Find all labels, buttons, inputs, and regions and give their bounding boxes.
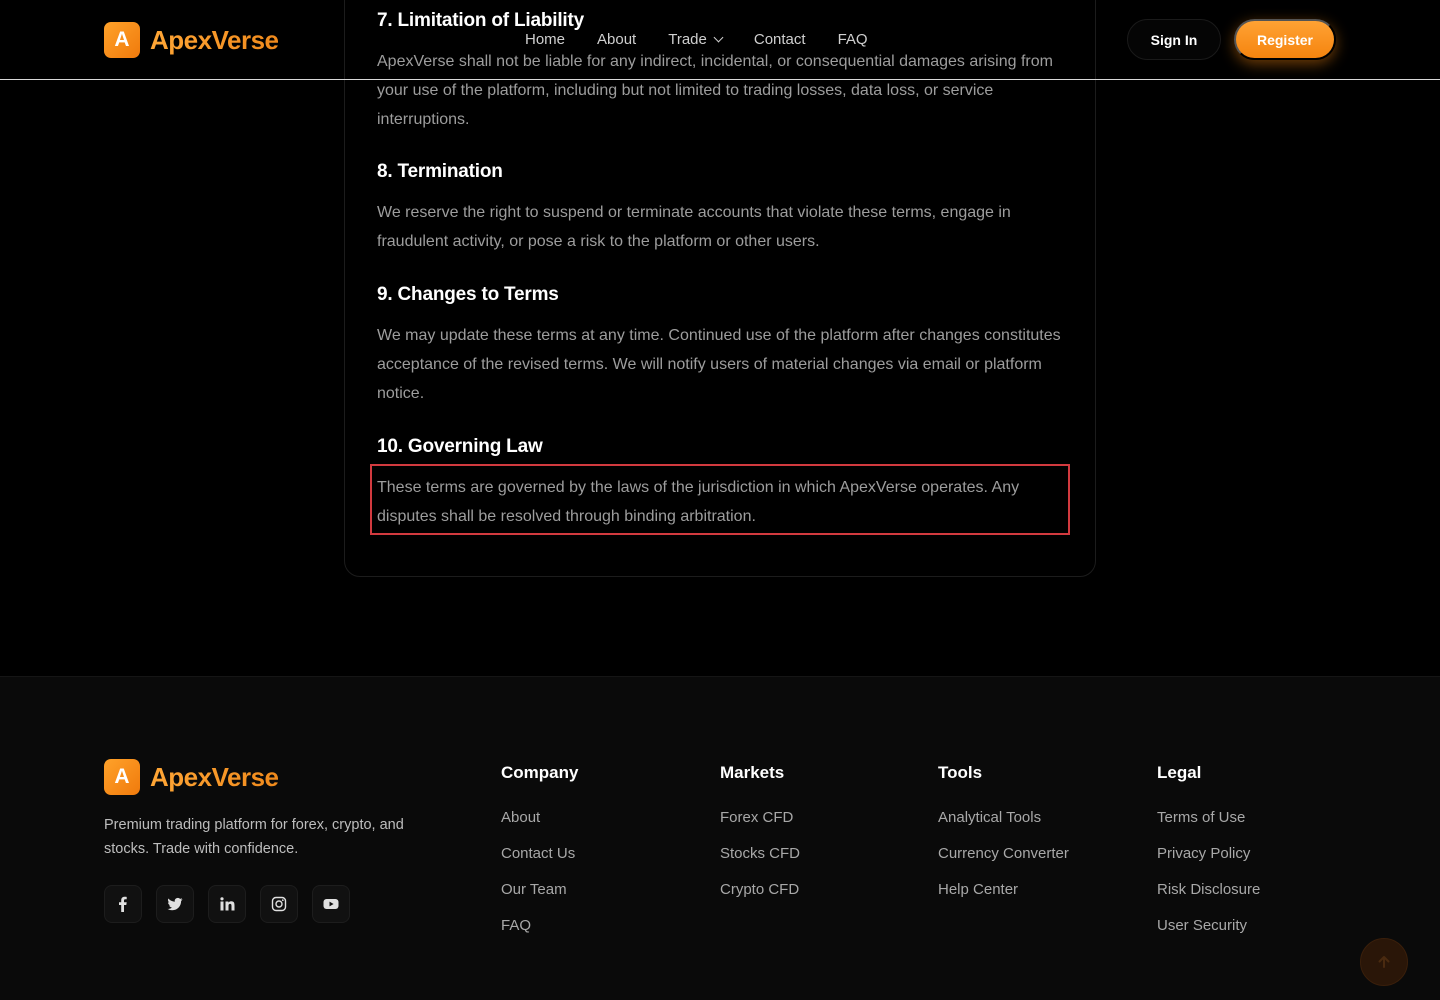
footer-heading: Markets <box>720 763 785 782</box>
logo-text: ApexVerse <box>150 24 279 55</box>
section-heading: 8. Termination <box>377 161 503 182</box>
footer-heading: Company <box>501 763 579 782</box>
footer-heading: Legal <box>1157 763 1202 782</box>
linkedin-icon <box>220 897 235 911</box>
footer-link-crypto-cfd[interactable]: Crypto CFD <box>720 880 800 900</box>
facebook-icon <box>119 896 127 912</box>
main-nav: Home About Trade Contact FAQ <box>525 31 868 48</box>
terms-section-changes: 9. Changes to Terms We may update these … <box>377 283 1067 408</box>
terms-section-termination: 8. Termination We reserve the right to s… <box>377 160 1067 256</box>
instagram-icon <box>271 896 287 912</box>
footer-link-about[interactable]: About <box>501 808 578 828</box>
back-to-top-button[interactable] <box>1360 938 1408 986</box>
nav-trade-label: Trade <box>668 31 707 48</box>
sign-in-button[interactable]: Sign In <box>1127 19 1221 60</box>
footer-link-currency-converter[interactable]: Currency Converter <box>938 844 1069 864</box>
footer-heading: Tools <box>938 763 983 782</box>
footer-link-privacy-policy[interactable]: Privacy Policy <box>1157 844 1260 864</box>
footer-logo[interactable]: A ApexVerse <box>104 759 279 795</box>
footer-description: Premium trading platform for forex, cryp… <box>104 817 404 857</box>
youtube-icon <box>323 899 339 909</box>
footer-link-stocks-cfd[interactable]: Stocks CFD <box>720 844 800 864</box>
logo-text: ApexVerse <box>150 761 279 792</box>
twitter-icon <box>167 897 183 911</box>
register-button[interactable]: Register <box>1234 19 1336 60</box>
linkedin-link[interactable] <box>208 885 246 923</box>
section-heading: 9. Changes to Terms <box>377 284 559 305</box>
footer-link-forex-cfd[interactable]: Forex CFD <box>720 808 800 828</box>
logo-mark-icon: A <box>104 22 140 58</box>
arrow-up-icon <box>1378 956 1390 968</box>
site-footer: A ApexVerse Premium trading platform for… <box>0 676 1440 1000</box>
logo-mark-icon: A <box>104 759 140 795</box>
social-links <box>104 885 350 923</box>
instagram-link[interactable] <box>260 885 298 923</box>
footer-column-markets: Markets Forex CFD Stocks CFD Crypto CFD <box>720 763 800 916</box>
footer-column-legal: Legal Terms of Use Privacy Policy Risk D… <box>1157 763 1260 952</box>
nav-faq[interactable]: FAQ <box>838 31 868 48</box>
nav-home[interactable]: Home <box>525 31 565 48</box>
site-header: A ApexVerse Home About Trade Contact FAQ… <box>0 0 1440 80</box>
nav-about[interactable]: About <box>597 31 636 48</box>
twitter-link[interactable] <box>156 885 194 923</box>
highlight-box <box>370 464 1070 535</box>
youtube-link[interactable] <box>312 885 350 923</box>
footer-link-contact-us[interactable]: Contact Us <box>501 844 578 864</box>
footer-link-our-team[interactable]: Our Team <box>501 880 578 900</box>
chevron-down-icon <box>713 32 724 43</box>
facebook-link[interactable] <box>104 885 142 923</box>
header-logo[interactable]: A ApexVerse <box>104 22 279 58</box>
footer-link-analytical-tools[interactable]: Analytical Tools <box>938 808 1069 828</box>
footer-column-company: Company About Contact Us Our Team FAQ <box>501 763 578 952</box>
footer-column-tools: Tools Analytical Tools Currency Converte… <box>938 763 1069 916</box>
section-heading: 10. Governing Law <box>377 436 543 457</box>
footer-link-terms-of-use[interactable]: Terms of Use <box>1157 808 1260 828</box>
section-body: We may update these terms at any time. C… <box>377 327 1061 402</box>
nav-trade[interactable]: Trade <box>668 31 724 48</box>
footer-link-user-security[interactable]: User Security <box>1157 916 1260 936</box>
footer-link-help-center[interactable]: Help Center <box>938 880 1069 900</box>
footer-link-faq[interactable]: FAQ <box>501 916 578 936</box>
footer-link-risk-disclosure[interactable]: Risk Disclosure <box>1157 880 1260 900</box>
section-body: We reserve the right to suspend or termi… <box>377 204 1011 250</box>
nav-contact[interactable]: Contact <box>754 31 806 48</box>
